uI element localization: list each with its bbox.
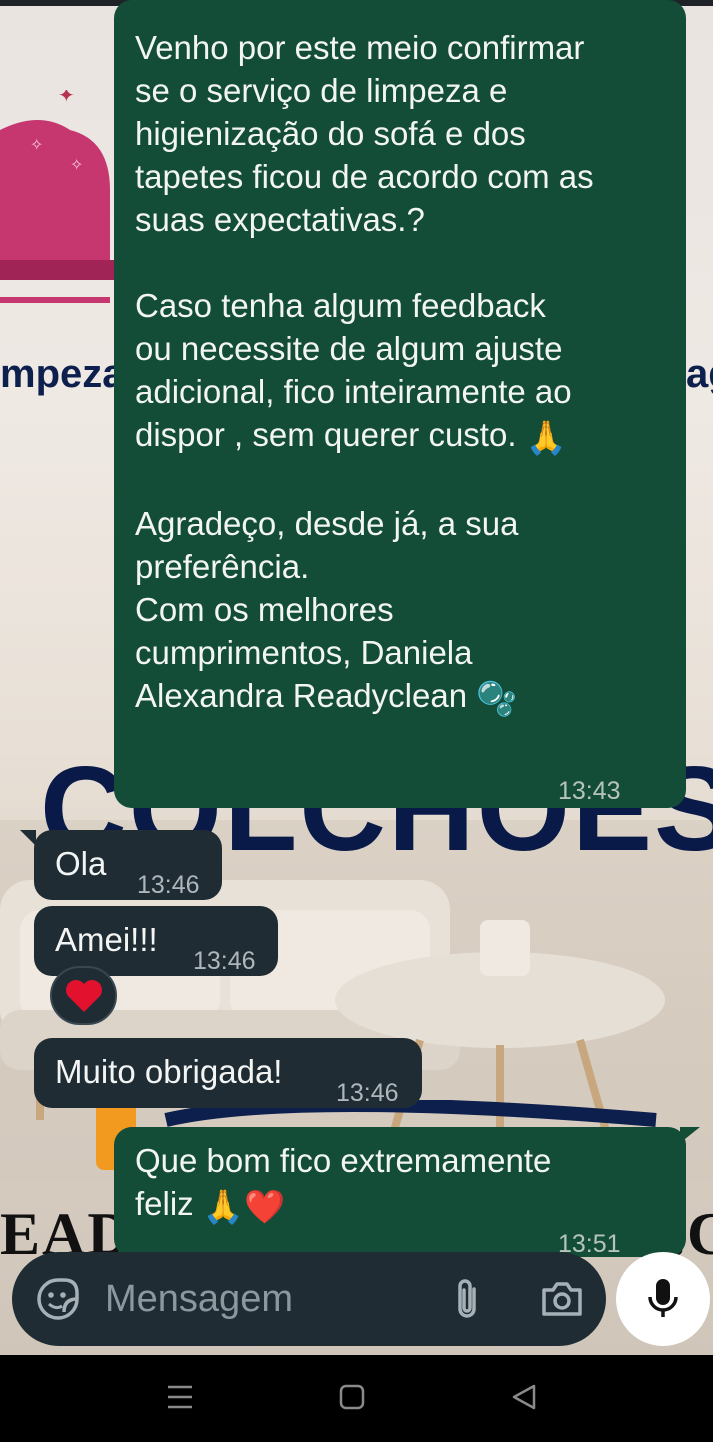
message-text: Venho por este meio confirmar se o servi… bbox=[135, 26, 675, 720]
recent-apps-icon[interactable] bbox=[156, 1377, 204, 1417]
folded-hands-emoji: 🙏 bbox=[525, 418, 567, 456]
wallpaper-sofa-logo: ✦ ✧ ✧ bbox=[0, 90, 115, 303]
camera-icon[interactable] bbox=[534, 1274, 590, 1324]
message-text: Muito obrigada! bbox=[55, 1053, 283, 1090]
svg-text:✧: ✧ bbox=[30, 137, 43, 154]
message-bubble-incoming[interactable]: Muito obrigada! 13:46 bbox=[34, 1038, 422, 1108]
message-time: 13:46 bbox=[137, 871, 200, 899]
message-time: 13:43 bbox=[558, 777, 621, 805]
microphone-button[interactable] bbox=[616, 1252, 710, 1346]
wallpaper-word-right: ag bbox=[686, 352, 713, 396]
message-composer bbox=[12, 1252, 606, 1346]
message-bubble-outgoing[interactable]: Venho por este meio confirmar se o servi… bbox=[114, 0, 686, 808]
svg-text:✦: ✦ bbox=[58, 90, 75, 107]
microphone-icon bbox=[648, 1279, 678, 1317]
message-bubble-incoming[interactable]: Ola 13:46 bbox=[34, 830, 222, 900]
wallpaper-word-left: mpeza bbox=[0, 352, 125, 396]
red-heart-icon bbox=[65, 979, 102, 1012]
message-input[interactable] bbox=[105, 1274, 415, 1324]
home-icon[interactable] bbox=[328, 1377, 376, 1417]
message-time: 13:46 bbox=[193, 947, 256, 975]
message-text: Ola bbox=[55, 845, 107, 882]
chat-area[interactable]: ✦ ✧ ✧ mpeza ag COLCHOES EADYCLEAN&GMAIL.… bbox=[0, 0, 713, 1355]
message-reaction[interactable] bbox=[50, 966, 117, 1025]
folded-hands-heart-emoji: 🙏❤️ bbox=[202, 1187, 286, 1225]
message-time: 13:46 bbox=[336, 1079, 399, 1107]
bubbles-emoji: 🫧 bbox=[476, 679, 518, 717]
svg-text:✧: ✧ bbox=[70, 157, 83, 174]
sticker-icon[interactable] bbox=[34, 1275, 82, 1323]
paperclip-icon[interactable] bbox=[442, 1274, 492, 1324]
back-icon[interactable] bbox=[500, 1377, 548, 1417]
message-bubble-outgoing[interactable]: Que bom fico extremamente feliz 🙏❤️ 13:5… bbox=[114, 1127, 686, 1258]
message-text: Amei!!! bbox=[55, 921, 158, 958]
system-navigation-bar bbox=[0, 1355, 713, 1442]
message-text: Que bom fico extremamente feliz 🙏❤️ bbox=[135, 1139, 655, 1228]
message-bubble-incoming[interactable]: Amei!!! 13:46 bbox=[34, 906, 278, 976]
